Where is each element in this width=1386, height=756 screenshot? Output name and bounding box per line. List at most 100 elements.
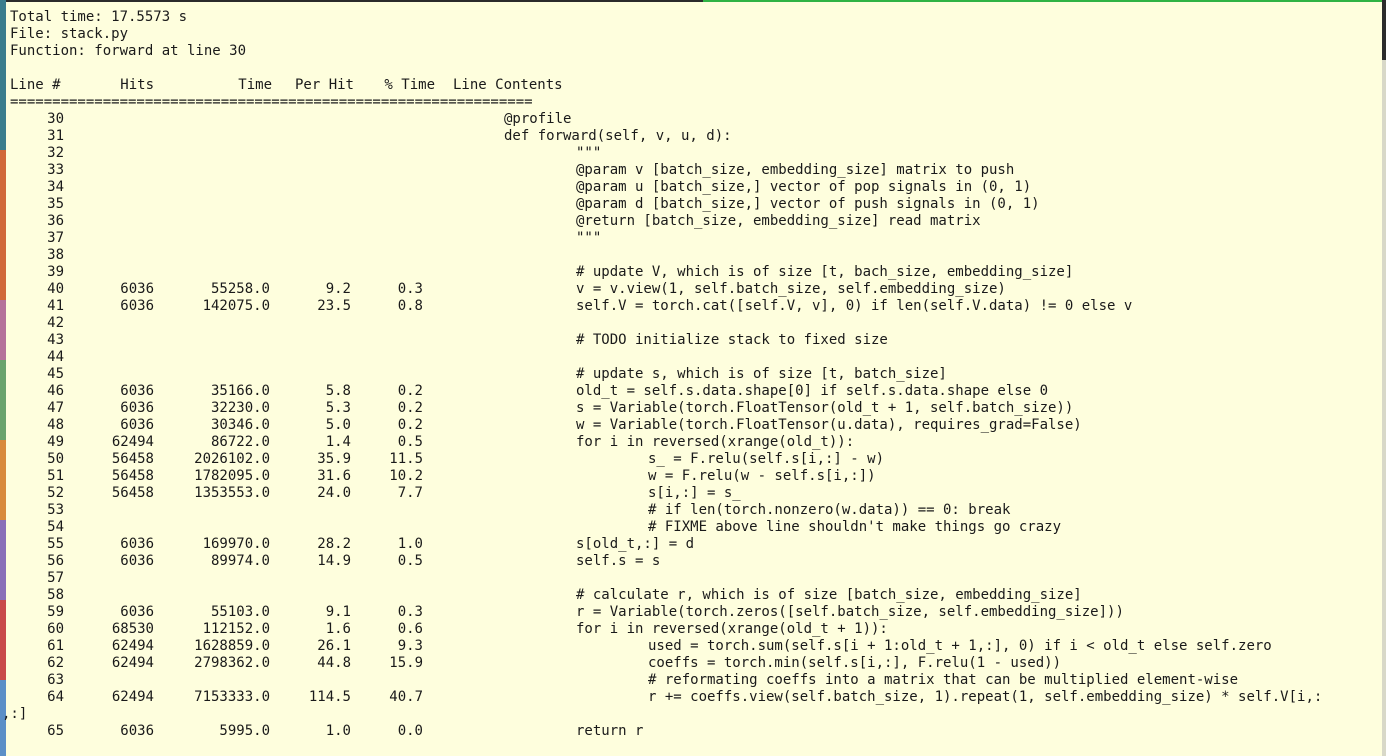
line-contents-cell: # TODO initialize stack to fixed size	[576, 332, 888, 348]
per-hit-cell: 44.8	[317, 655, 351, 671]
line-number-cell: 40	[47, 281, 64, 297]
line-number-cell: 31	[47, 128, 64, 144]
header-line-no: Line #	[10, 77, 61, 93]
line-number-cell: 44	[47, 349, 64, 365]
table-row: 33 @param v [batch_size, embedding_size] …	[10, 162, 1322, 179]
hits-cell: 68530	[111, 621, 154, 637]
hits-cell: 6036	[120, 417, 154, 433]
header-separator: ========================================…	[10, 94, 533, 110]
per-hit-cell: 114.5	[308, 689, 351, 705]
line-contents-cell: w = F.relu(w - self.s[i,:])	[648, 468, 876, 484]
line-number-cell: 65	[47, 723, 64, 739]
pct-time-cell: 7.7	[397, 485, 423, 501]
table-header: Line # Hits Time Per Hit % Time Line Contents	[10, 77, 1322, 94]
hits-cell: 6036	[120, 383, 154, 399]
per-hit-cell: 5.3	[325, 400, 351, 416]
per-hit-cell: 1.6	[325, 621, 351, 637]
line-contents-cell: for i in reversed(xrange(old_t + 1)):	[576, 621, 888, 637]
table-row: 45 # update s, which is of size [t, batch…	[10, 366, 1322, 383]
table-row: 46 6036 35166.0 5.8 0.2 old_t = self.s.data.s…	[10, 383, 1322, 400]
time-cell: 55103.0	[210, 604, 270, 620]
line-contents-cell: # update V, which is of size [t, bach_si…	[576, 264, 1074, 280]
table-row: 43 # TODO initialize stack to fixed size	[10, 332, 1322, 349]
table-row: 57	[10, 570, 1322, 587]
table-row: 50 56458 2026102.0 35.9 11.5 s_ = F.relu(self…	[10, 451, 1322, 468]
scrollbar[interactable]	[1382, 0, 1386, 756]
hits-cell: 56458	[111, 485, 154, 501]
table-row: 63 # reformating coeffs into a matrix tha…	[10, 672, 1322, 689]
line-number-cell: 30	[47, 111, 64, 127]
line-contents-cell: # if len(torch.nonzero(w.data)) == 0: br…	[648, 502, 1011, 518]
line-contents-cell: def forward(self, v, u, d):	[504, 128, 732, 144]
pct-time-cell: 0.8	[397, 298, 423, 314]
time-cell: 1782095.0	[194, 468, 270, 484]
line-contents-cell: s[old_t,:] = d	[576, 536, 695, 552]
table-row: 51 56458 1782095.0 31.6 10.2 w = F.relu(w - s…	[10, 468, 1322, 485]
line-number-cell: 45	[47, 366, 64, 382]
header-hits: Hits	[120, 77, 154, 93]
hits-cell: 6036	[120, 400, 154, 416]
line-contents-cell: """	[576, 230, 602, 246]
line-contents-cell: @return [batch_size, embedding_size] rea…	[576, 213, 981, 229]
window-top-border	[0, 0, 703, 2]
line-number-cell: 63	[47, 672, 64, 688]
pct-time-cell: 0.0	[397, 723, 423, 739]
table-row: 53 # if len(torch.nonzero(w.data)) == 0: …	[10, 502, 1322, 519]
time-cell: 169970.0	[202, 536, 270, 552]
table-row: 55 6036 169970.0 28.2 1.0 s[old_t,:] = d	[10, 536, 1322, 553]
table-row: 64 62494 7153333.0 114.5 40.7 r += coeffs.vie…	[10, 689, 1322, 706]
time-cell: 30346.0	[210, 417, 270, 433]
table-row: 61 62494 1628859.0 26.1 9.3 used = torch.sum(…	[10, 638, 1322, 655]
table-row: 38	[10, 247, 1322, 264]
line-contents-cell: s_ = F.relu(self.s[i,:] - w)	[648, 451, 885, 467]
header-time: Time	[238, 77, 272, 93]
table-row: 65 6036 5995.0 1.0 0.0 return r	[10, 723, 1322, 740]
hits-cell: 6036	[120, 536, 154, 552]
terminal-output[interactable]: Total time: 17.5573 s File: stack.py Fun…	[2, 9, 1322, 740]
time-cell: 89974.0	[210, 553, 270, 569]
per-hit-cell: 26.1	[317, 638, 351, 654]
time-cell: 86722.0	[210, 434, 270, 450]
line-number-cell: 37	[47, 230, 64, 246]
line-contents-cell: for i in reversed(xrange(old_t)):	[576, 434, 855, 450]
header-per-hit: Per Hit	[294, 77, 354, 93]
time-cell: 2798362.0	[194, 655, 270, 671]
line-contents-cell: @param d [batch_size,] vector of push si…	[576, 196, 1040, 212]
line-contents-cell: s = Variable(torch.FloatTensor(old_t + 1…	[576, 400, 1074, 416]
line-contents-cell: v = v.view(1, self.batch_size, self.embe…	[576, 281, 1006, 297]
table-row: 36 @return [batch_size, embedding_size] r…	[10, 213, 1322, 230]
line-number-cell: 61	[47, 638, 64, 654]
pct-time-cell: 0.5	[397, 434, 423, 450]
line-number-cell: 38	[47, 247, 64, 263]
line-contents-cell: self.s = s	[576, 553, 661, 569]
table-row: 34 @param u [batch_size,] vector of pop s…	[10, 179, 1322, 196]
pct-time-cell: 10.2	[389, 468, 423, 484]
hits-cell: 6036	[120, 298, 154, 314]
line-number-cell: 55	[47, 536, 64, 552]
time-cell: 5995.0	[219, 723, 270, 739]
line-number-cell: 59	[47, 604, 64, 620]
per-hit-cell: 9.2	[325, 281, 351, 297]
line-number-cell: 46	[47, 383, 64, 399]
table-row: 48 6036 30346.0 5.0 0.2 w = Variable(torch.Fl…	[10, 417, 1322, 434]
pct-time-cell: 0.5	[397, 553, 423, 569]
table-row: 49 62494 86722.0 1.4 0.5 for i in reversed(xr…	[10, 434, 1322, 451]
line-number-cell: 52	[47, 485, 64, 501]
table-row: 47 6036 32230.0 5.3 0.2 s = Variable(torch.Fl…	[10, 400, 1322, 417]
line-contents-cell: used = torch.sum(self.s[i + 1:old_t + 1,…	[648, 638, 1272, 654]
table-row: 59 6036 55103.0 9.1 0.3 r = Variable(torch.ze…	[10, 604, 1322, 621]
line-contents-cell: coeffs = torch.min(self.s[i,:], F.relu(1…	[648, 655, 1062, 671]
time-cell: 7153333.0	[194, 689, 270, 705]
line-contents-cell: return r	[576, 723, 644, 739]
line-number-cell: 49	[47, 434, 64, 450]
per-hit-cell: 5.0	[325, 417, 351, 433]
pct-time-cell: 11.5	[389, 451, 423, 467]
line-contents-cell: # update s, which is of size [t, batch_s…	[576, 366, 947, 382]
table-row: 56 6036 89974.0 14.9 0.5 self.s = s	[10, 553, 1322, 570]
line-number-cell: 54	[47, 519, 64, 535]
pct-time-cell: 0.6	[397, 621, 423, 637]
table-row: ,:]	[2, 706, 1322, 723]
hits-cell: 62494	[111, 655, 154, 671]
hits-cell: 6036	[120, 604, 154, 620]
